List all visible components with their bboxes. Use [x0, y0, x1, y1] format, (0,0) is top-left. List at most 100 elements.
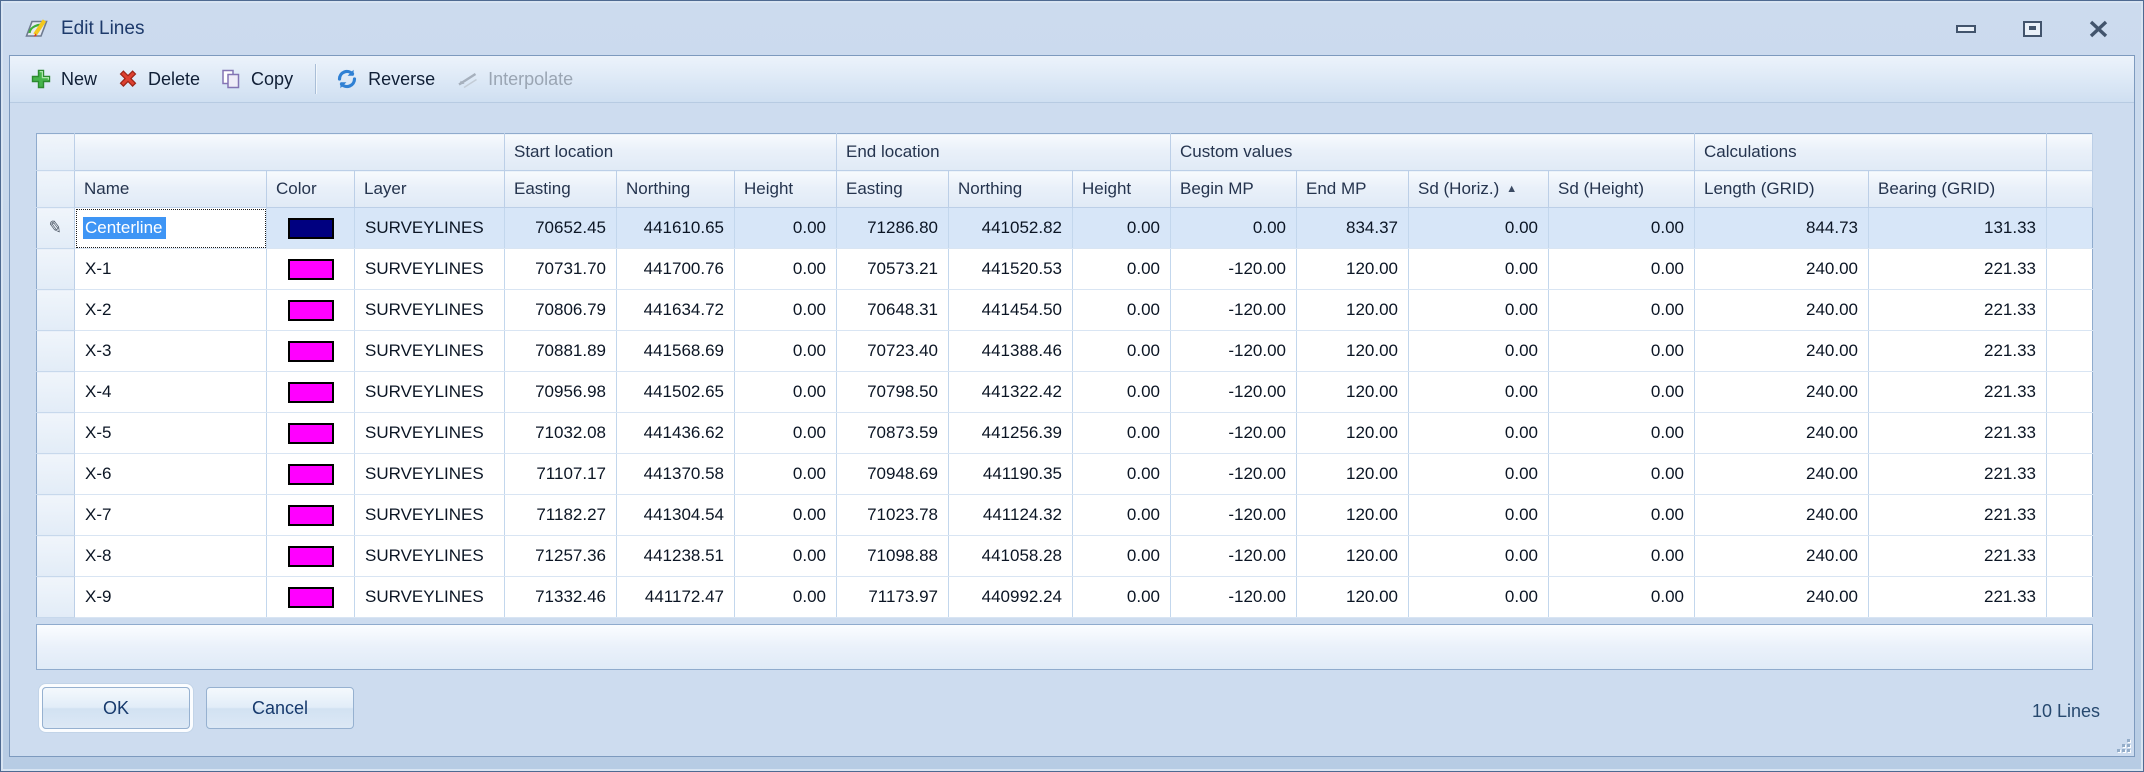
value-cell[interactable]: 71023.78: [837, 495, 949, 536]
table-row[interactable]: X-3SURVEYLINES70881.89441568.690.0070723…: [37, 331, 2093, 372]
value-cell[interactable]: 0.00: [1073, 577, 1171, 618]
value-cell[interactable]: 0.00: [1549, 495, 1695, 536]
value-cell[interactable]: 71332.46: [505, 577, 617, 618]
column-header-end-mp[interactable]: End MP: [1297, 171, 1409, 208]
value-cell[interactable]: -120.00: [1171, 413, 1297, 454]
value-cell[interactable]: -120.00: [1171, 372, 1297, 413]
value-cell[interactable]: -120.00: [1171, 536, 1297, 577]
value-cell[interactable]: 441700.76: [617, 249, 735, 290]
value-cell[interactable]: 0.00: [1073, 372, 1171, 413]
layer-cell[interactable]: SURVEYLINES: [355, 249, 505, 290]
resize-grip-icon[interactable]: [2115, 737, 2130, 752]
value-cell[interactable]: 120.00: [1297, 331, 1409, 372]
name-cell[interactable]: X-3: [75, 331, 267, 372]
ok-button[interactable]: OK: [42, 687, 190, 729]
value-cell[interactable]: 120.00: [1297, 372, 1409, 413]
color-swatch[interactable]: [288, 423, 334, 444]
new-button[interactable]: New: [22, 64, 109, 94]
column-header-sd-height-[interactable]: Sd (Height): [1549, 171, 1695, 208]
value-cell[interactable]: 70881.89: [505, 331, 617, 372]
value-cell[interactable]: 441388.46: [949, 331, 1073, 372]
color-swatch[interactable]: [288, 587, 334, 608]
value-cell[interactable]: 441172.47: [617, 577, 735, 618]
value-cell[interactable]: 0.00: [735, 290, 837, 331]
value-cell[interactable]: 441454.50: [949, 290, 1073, 331]
layer-cell[interactable]: SURVEYLINES: [355, 208, 505, 249]
value-cell[interactable]: 441052.82: [949, 208, 1073, 249]
value-cell[interactable]: 441190.35: [949, 454, 1073, 495]
name-cell[interactable]: X-1: [75, 249, 267, 290]
value-cell[interactable]: 0.00: [1549, 536, 1695, 577]
color-swatch[interactable]: [288, 546, 334, 567]
value-cell[interactable]: 221.33: [1869, 249, 2047, 290]
value-cell[interactable]: 240.00: [1695, 577, 1869, 618]
value-cell[interactable]: -120.00: [1171, 331, 1297, 372]
color-swatch[interactable]: [288, 341, 334, 362]
value-cell[interactable]: 240.00: [1695, 290, 1869, 331]
value-cell[interactable]: 0.00: [735, 454, 837, 495]
value-cell[interactable]: -120.00: [1171, 577, 1297, 618]
value-cell[interactable]: 834.37: [1297, 208, 1409, 249]
value-cell[interactable]: 0.00: [1549, 290, 1695, 331]
value-cell[interactable]: 70731.70: [505, 249, 617, 290]
value-cell[interactable]: 221.33: [1869, 577, 2047, 618]
column-header-color[interactable]: Color: [267, 171, 355, 208]
column-header-sd-horiz-[interactable]: Sd (Horiz.)▲: [1409, 171, 1549, 208]
color-swatch[interactable]: [288, 259, 334, 280]
layer-cell[interactable]: SURVEYLINES: [355, 290, 505, 331]
value-cell[interactable]: 0.00: [1409, 290, 1549, 331]
value-cell[interactable]: 120.00: [1297, 290, 1409, 331]
table-row[interactable]: X-5SURVEYLINES71032.08441436.620.0070873…: [37, 413, 2093, 454]
value-cell[interactable]: 0.00: [1073, 331, 1171, 372]
value-cell[interactable]: 0.00: [1409, 331, 1549, 372]
value-cell[interactable]: 71257.36: [505, 536, 617, 577]
name-cell[interactable]: X-5: [75, 413, 267, 454]
value-cell[interactable]: 71182.27: [505, 495, 617, 536]
value-cell[interactable]: 0.00: [1549, 577, 1695, 618]
value-cell[interactable]: 0.00: [1549, 372, 1695, 413]
value-cell[interactable]: 120.00: [1297, 495, 1409, 536]
value-cell[interactable]: 240.00: [1695, 536, 1869, 577]
value-cell[interactable]: 441124.32: [949, 495, 1073, 536]
value-cell[interactable]: 70648.31: [837, 290, 949, 331]
table-row[interactable]: X-9SURVEYLINES71332.46441172.470.0071173…: [37, 577, 2093, 618]
copy-button[interactable]: Copy: [212, 64, 305, 94]
value-cell[interactable]: 441256.39: [949, 413, 1073, 454]
column-header-northing[interactable]: Northing: [949, 171, 1073, 208]
value-cell[interactable]: 0.00: [735, 249, 837, 290]
column-header-begin-mp[interactable]: Begin MP: [1171, 171, 1297, 208]
value-cell[interactable]: 441322.42: [949, 372, 1073, 413]
value-cell[interactable]: 441058.28: [949, 536, 1073, 577]
column-header-easting[interactable]: Easting: [837, 171, 949, 208]
value-cell[interactable]: 221.33: [1869, 495, 2047, 536]
value-cell[interactable]: 131.33: [1869, 208, 2047, 249]
value-cell[interactable]: 0.00: [1549, 249, 1695, 290]
value-cell[interactable]: 0.00: [1073, 290, 1171, 331]
value-cell[interactable]: 71286.80: [837, 208, 949, 249]
value-cell[interactable]: 120.00: [1297, 413, 1409, 454]
value-cell[interactable]: 0.00: [735, 495, 837, 536]
value-cell[interactable]: 120.00: [1297, 536, 1409, 577]
value-cell[interactable]: 221.33: [1869, 290, 2047, 331]
column-header-northing[interactable]: Northing: [617, 171, 735, 208]
value-cell[interactable]: 441520.53: [949, 249, 1073, 290]
value-cell[interactable]: 0.00: [1171, 208, 1297, 249]
value-cell[interactable]: -120.00: [1171, 454, 1297, 495]
value-cell[interactable]: 240.00: [1695, 454, 1869, 495]
value-cell[interactable]: 120.00: [1297, 454, 1409, 495]
value-cell[interactable]: 0.00: [1409, 495, 1549, 536]
value-cell[interactable]: 240.00: [1695, 372, 1869, 413]
color-cell[interactable]: [267, 536, 355, 577]
value-cell[interactable]: 0.00: [1073, 249, 1171, 290]
column-header-name[interactable]: Name: [75, 171, 267, 208]
color-cell[interactable]: [267, 208, 355, 249]
table-row[interactable]: X-4SURVEYLINES70956.98441502.650.0070798…: [37, 372, 2093, 413]
value-cell[interactable]: 441238.51: [617, 536, 735, 577]
value-cell[interactable]: 70956.98: [505, 372, 617, 413]
value-cell[interactable]: 0.00: [1073, 454, 1171, 495]
table-row[interactable]: ✎CenterlineSURVEYLINES70652.45441610.650…: [37, 208, 2093, 249]
value-cell[interactable]: 0.00: [1549, 413, 1695, 454]
value-cell[interactable]: 441568.69: [617, 331, 735, 372]
value-cell[interactable]: 0.00: [735, 577, 837, 618]
layer-cell[interactable]: SURVEYLINES: [355, 331, 505, 372]
